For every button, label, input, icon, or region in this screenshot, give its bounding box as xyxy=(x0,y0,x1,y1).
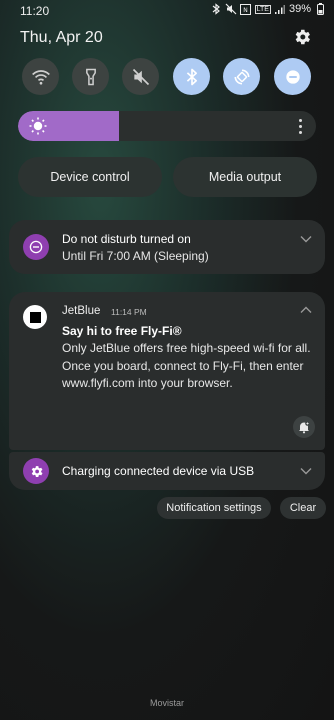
svg-text:N: N xyxy=(243,7,248,14)
jetblue-app-icon xyxy=(23,305,47,329)
flashlight-icon xyxy=(85,68,96,85)
jetblue-notification[interactable]: JetBlue 11:14 PM Say hi to free Fly-Fi® … xyxy=(9,292,325,450)
do-not-disturb-tile[interactable] xyxy=(274,58,311,95)
chevron-up-icon[interactable] xyxy=(300,306,312,314)
status-bar: 11:20 N LTE 39% xyxy=(0,0,334,22)
lte-icon: LTE xyxy=(254,4,271,14)
brightness-sun-icon xyxy=(28,116,48,136)
usb-settings-icon xyxy=(23,458,49,484)
bluetooth-tile[interactable] xyxy=(173,58,210,95)
wifi-icon xyxy=(31,69,50,85)
auto-rotate-tile[interactable] xyxy=(223,58,260,95)
quick-settings-row xyxy=(0,58,334,98)
bluetooth-icon xyxy=(210,3,222,15)
date-label: Thu, Apr 20 xyxy=(20,29,103,46)
notification-app-name: JetBlue xyxy=(62,305,101,317)
bluetooth-icon xyxy=(186,68,197,85)
nfc-icon: N xyxy=(240,3,252,15)
notification-body: Only JetBlue offers free high-speed wi-f… xyxy=(62,341,311,390)
sound-tile[interactable] xyxy=(122,58,159,95)
media-output-button[interactable]: Media output xyxy=(173,157,317,197)
notification-title: Say hi to free Fly-Fi® xyxy=(62,324,182,338)
gear-icon[interactable] xyxy=(292,27,312,47)
charging-title: Charging connected device via USB xyxy=(62,464,255,478)
charging-notification[interactable]: Charging connected device via USB xyxy=(9,452,325,490)
battery-icon xyxy=(314,3,326,15)
dnd-notification[interactable]: Do not disturb turned on Until Fri 7:00 … xyxy=(9,220,325,274)
dnd-subtitle: Until Fri 7:00 AM (Sleeping) xyxy=(62,249,209,263)
brightness-slider[interactable] xyxy=(18,111,316,141)
chevron-down-icon[interactable] xyxy=(300,235,312,243)
status-time: 11:20 xyxy=(20,4,50,18)
wifi-tile[interactable] xyxy=(22,58,59,95)
status-icons: N LTE 39% xyxy=(210,3,326,15)
bell-icon[interactable] xyxy=(293,416,315,438)
device-control-button[interactable]: Device control xyxy=(18,157,162,197)
signal-icon xyxy=(274,3,286,15)
notification-settings-button[interactable]: Notification settings xyxy=(157,497,271,519)
clear-button[interactable]: Clear xyxy=(280,497,326,519)
sound-muted-icon xyxy=(132,68,149,85)
more-options-icon[interactable] xyxy=(290,113,310,139)
carrier-label: Movistar xyxy=(149,698,184,708)
do-not-disturb-icon xyxy=(23,234,49,260)
chevron-down-icon[interactable] xyxy=(300,467,312,475)
mute-icon xyxy=(225,3,237,15)
flashlight-tile[interactable] xyxy=(72,58,109,95)
do-not-disturb-icon xyxy=(285,69,300,84)
battery-percent: 39% xyxy=(288,3,311,15)
dnd-title: Do not disturb turned on xyxy=(62,232,191,246)
notification-time: 11:14 PM xyxy=(111,307,147,317)
auto-rotate-icon xyxy=(234,69,249,84)
